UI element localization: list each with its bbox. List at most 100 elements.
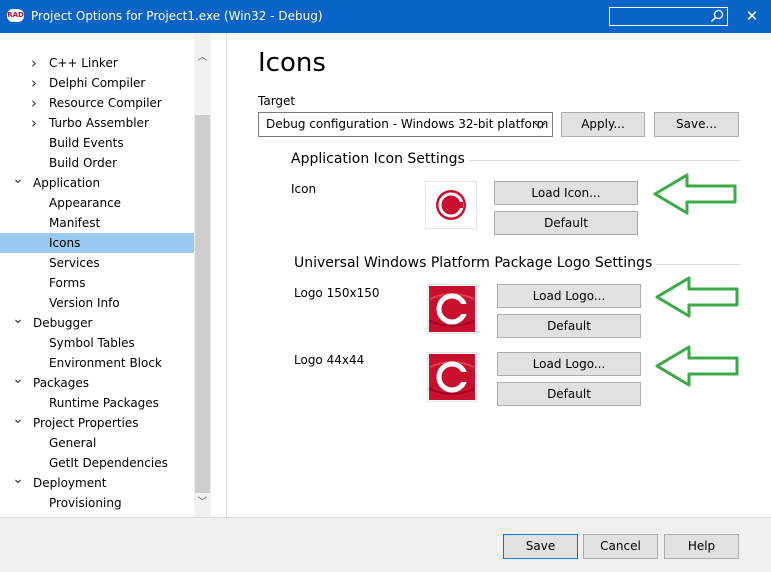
tree-item-label: General	[49, 436, 97, 450]
tree-item[interactable]: Build Events	[0, 133, 194, 153]
tree-item-label: Environment Block	[49, 356, 162, 370]
title-search-box[interactable]	[609, 7, 728, 26]
load-icon-button-label: Load Icon...	[531, 186, 601, 200]
chevron-right-icon[interactable]: ›	[27, 93, 41, 113]
app-icon-preview	[425, 181, 477, 229]
tree-item[interactable]: GetIt Dependencies	[0, 453, 194, 473]
tree-item[interactable]: Symbol Tables	[0, 333, 194, 353]
tree-item[interactable]: Forms	[0, 273, 194, 293]
chevron-down-icon[interactable]: ⌄	[11, 412, 25, 433]
tree-item-label: Deployment	[33, 476, 107, 490]
title-bar: RAD Project Options for Project1.exe (Wi…	[0, 0, 771, 33]
tree-item-label: Resource Compiler	[49, 96, 162, 110]
chevron-right-icon[interactable]: ›	[27, 73, 41, 93]
chevron-right-icon[interactable]: ›	[27, 113, 41, 133]
logo44-field-label: Logo 44x44	[294, 353, 365, 367]
load-icon-button[interactable]: Load Icon...	[494, 181, 638, 205]
help-button[interactable]: Help	[664, 534, 739, 559]
search-icon	[710, 9, 724, 23]
tree-item[interactable]: ⌄ Debugger	[0, 312, 194, 333]
save-target-button-label: Save...	[676, 117, 717, 131]
tree-item-label: Symbol Tables	[49, 336, 135, 350]
arrow-left-icon	[655, 276, 739, 318]
tree-item[interactable]: › Delphi Compiler	[0, 73, 194, 93]
tree-item[interactable]: › C++ Linker	[0, 53, 194, 73]
tree-item[interactable]: Version Info	[0, 293, 194, 313]
arrow-left-icon	[655, 345, 739, 387]
tree-item[interactable]: › Resource Compiler	[0, 93, 194, 113]
tree-item-label: Version Info	[49, 296, 120, 310]
tree-item[interactable]: › Turbo Assembler	[0, 113, 194, 133]
icon-field-label: Icon	[291, 182, 317, 196]
tree-item[interactable]: ⌄ Deployment	[0, 472, 194, 493]
tree-item[interactable]: Appearance	[0, 193, 194, 213]
app-logo-icon	[429, 286, 475, 332]
app-logo-icon	[436, 190, 466, 220]
apply-button[interactable]: Apply...	[561, 112, 645, 137]
tree-item-label: Delphi Compiler	[49, 76, 146, 90]
chevron-right-icon[interactable]: ›	[27, 53, 41, 73]
chevron-down-icon	[534, 122, 546, 129]
tree-item[interactable]: Services	[0, 253, 194, 273]
scroll-up-icon[interactable]: ︿	[194, 49, 211, 66]
cancel-button[interactable]: Cancel	[583, 534, 658, 559]
logo44-preview	[427, 352, 477, 402]
scroll-thumb[interactable]	[195, 115, 210, 493]
icon-default-button-label: Default	[544, 216, 588, 230]
tree-item[interactable]: ⌄ Packages	[0, 372, 194, 393]
tree-item[interactable]: General	[0, 433, 194, 453]
tree-item[interactable]: Icons	[0, 233, 194, 253]
load-logo150-button-label: Load Logo...	[532, 289, 606, 303]
chevron-down-icon[interactable]: ⌄	[11, 172, 25, 193]
tree-scrollbar[interactable]: ︿ ﹀	[194, 33, 211, 517]
tree-item-label: Runtime Packages	[49, 396, 159, 410]
save-button[interactable]: Save	[503, 534, 578, 559]
logo150-default-button[interactable]: Default	[497, 314, 641, 338]
uwp-group-title: Universal Windows Platform Package Logo …	[294, 255, 653, 271]
app-logo-icon	[429, 354, 475, 400]
chevron-down-icon[interactable]: ⌄	[11, 472, 25, 493]
save-target-button[interactable]: Save...	[654, 112, 739, 137]
load-logo44-button[interactable]: Load Logo...	[497, 352, 641, 376]
divider	[656, 264, 741, 265]
tree-item[interactable]: Environment Block	[0, 353, 194, 373]
tree-item-label: C++ Linker	[49, 56, 118, 70]
panel-splitter[interactable]	[226, 33, 227, 517]
options-tree: › C++ Linker › Delphi Compiler › Resource Com…	[0, 33, 212, 517]
target-select[interactable]: Debug configuration - Windows 32-bit pla…	[258, 112, 553, 137]
logo150-field-label: Logo 150x150	[294, 286, 380, 300]
tree-item[interactable]: ⌄ Application	[0, 172, 194, 193]
logo44-default-button[interactable]: Default	[497, 382, 641, 406]
cancel-button-label: Cancel	[600, 539, 641, 553]
save-button-label: Save	[525, 539, 556, 553]
chevron-down-icon[interactable]: ⌄	[11, 372, 25, 393]
app-icon-group-title: Application Icon Settings	[291, 151, 465, 167]
tree-item[interactable]: Manifest	[0, 213, 194, 233]
logo150-preview	[427, 284, 477, 334]
tree-item-label: Debugger	[33, 316, 93, 330]
close-icon[interactable]: ✕	[738, 4, 766, 28]
tree-item[interactable]: Provisioning	[0, 493, 194, 513]
arrow-left-icon	[653, 173, 737, 215]
target-label: Target	[258, 94, 296, 108]
tree-item-label: Build Events	[49, 136, 124, 150]
help-button-label: Help	[687, 539, 716, 553]
tree-item[interactable]: Runtime Packages	[0, 393, 194, 413]
tree-item[interactable]: ⌄ Project Properties	[0, 412, 194, 433]
tree-item-label: Provisioning	[49, 496, 122, 510]
window-title: Project Options for Project1.exe (Win32 …	[31, 9, 323, 23]
load-logo150-button[interactable]: Load Logo...	[497, 284, 641, 308]
icon-default-button[interactable]: Default	[494, 211, 638, 235]
tree-item[interactable]: Build Order	[0, 153, 194, 173]
chevron-down-icon[interactable]: ⌄	[11, 312, 25, 333]
tree-item-label: Turbo Assembler	[49, 116, 149, 130]
scroll-down-icon[interactable]: ﹀	[194, 494, 211, 511]
